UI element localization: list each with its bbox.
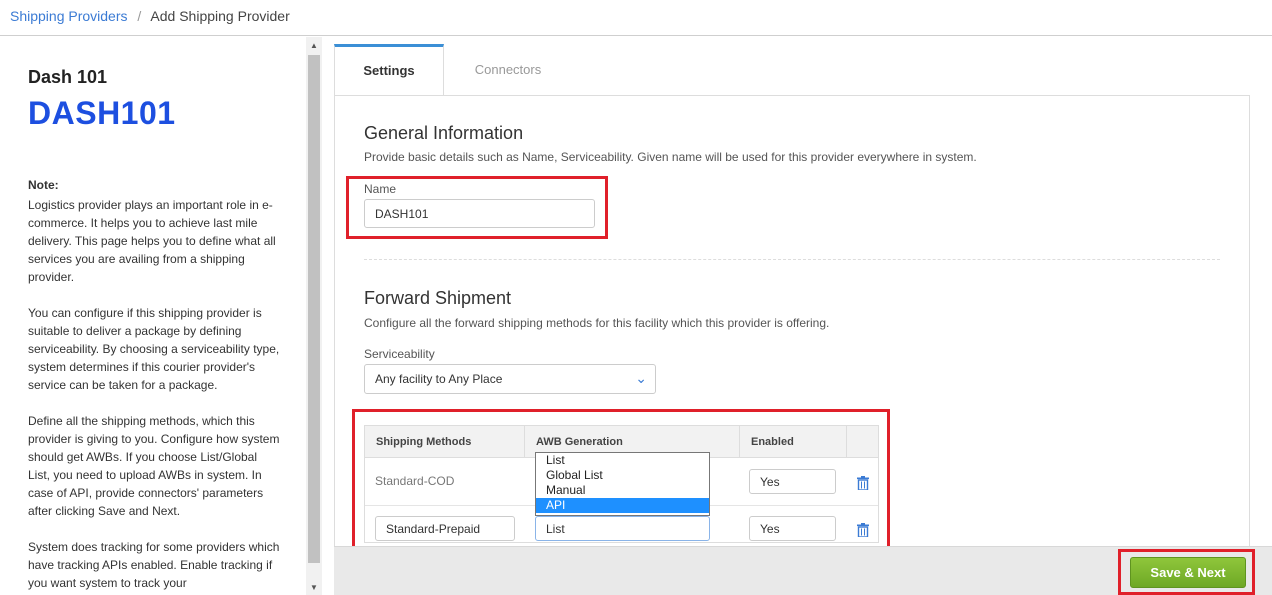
provider-code: DASH101 bbox=[28, 95, 176, 131]
column-header-shipping-methods: Shipping Methods bbox=[365, 426, 525, 458]
shipping-method-standard-prepaid-input[interactable]: Standard-Prepaid bbox=[375, 516, 515, 541]
forward-shipment-title: Forward Shipment bbox=[364, 288, 512, 308]
note-paragraph: Define all the shipping methods, which t… bbox=[28, 414, 280, 518]
breadcrumb-current: Add Shipping Provider bbox=[150, 8, 290, 24]
trash-icon[interactable] bbox=[857, 476, 869, 490]
shipping-method-standard-cod: Standard-COD bbox=[375, 474, 455, 488]
forward-shipment-description: Configure all the forward shipping metho… bbox=[364, 316, 830, 330]
section-divider bbox=[364, 259, 1220, 260]
scroll-up-arrow-icon[interactable]: ▲ bbox=[306, 39, 322, 53]
scroll-down-arrow-icon[interactable]: ▼ bbox=[306, 581, 322, 595]
sidebar-scrollbar[interactable]: ▲ ▼ bbox=[306, 37, 322, 595]
general-information-description: Provide basic details such as Name, Serv… bbox=[364, 150, 977, 164]
awb-generation-select[interactable]: List bbox=[535, 516, 710, 541]
breadcrumb-link-shipping-providers[interactable]: Shipping Providers bbox=[10, 8, 128, 24]
breadcrumb: Shipping Providers / Add Shipping Provid… bbox=[10, 8, 290, 24]
dropdown-option-manual[interactable]: Manual bbox=[536, 483, 709, 498]
note-paragraph: You can configure if this shipping provi… bbox=[28, 306, 280, 392]
note-paragraph: Logistics provider plays an important ro… bbox=[28, 198, 276, 284]
scrollbar-thumb[interactable] bbox=[308, 55, 320, 563]
enabled-field-standard-cod[interactable]: Yes bbox=[749, 469, 836, 494]
dropdown-option-list[interactable]: List bbox=[536, 453, 709, 468]
name-label: Name bbox=[364, 182, 397, 196]
serviceability-label: Serviceability bbox=[364, 347, 435, 361]
general-information-title: General Information bbox=[364, 123, 524, 143]
column-header-enabled: Enabled bbox=[740, 426, 847, 458]
awb-generation-dropdown: List Global List Manual API bbox=[535, 452, 710, 516]
tab-settings[interactable]: Settings bbox=[334, 44, 444, 96]
serviceability-select[interactable]: Any facility to Any Place ⌄ bbox=[364, 364, 656, 394]
note-heading: Note: bbox=[28, 178, 59, 192]
tab-connectors[interactable]: Connectors bbox=[444, 44, 572, 95]
provider-info-sidebar: Dash 101 DASH101 Note: Logistics provide… bbox=[0, 37, 306, 595]
enabled-field-standard-prepaid[interactable]: Yes bbox=[749, 516, 836, 541]
serviceability-value: Any facility to Any Place bbox=[375, 372, 503, 386]
note-text: Logistics provider plays an important ro… bbox=[28, 196, 280, 595]
trash-icon[interactable] bbox=[857, 523, 869, 537]
note-paragraph: System does tracking for some providers … bbox=[28, 540, 280, 590]
dropdown-option-global-list[interactable]: Global List bbox=[536, 468, 709, 483]
dropdown-option-api[interactable]: API bbox=[536, 498, 709, 513]
save-and-next-button[interactable]: Save & Next bbox=[1130, 557, 1246, 588]
breadcrumb-bar: Shipping Providers / Add Shipping Provid… bbox=[0, 0, 1272, 36]
name-input[interactable]: DASH101 bbox=[364, 199, 595, 228]
breadcrumb-separator: / bbox=[137, 8, 142, 24]
provider-name: Dash 101 bbox=[28, 67, 108, 87]
chevron-down-icon: ⌄ bbox=[635, 370, 647, 386]
